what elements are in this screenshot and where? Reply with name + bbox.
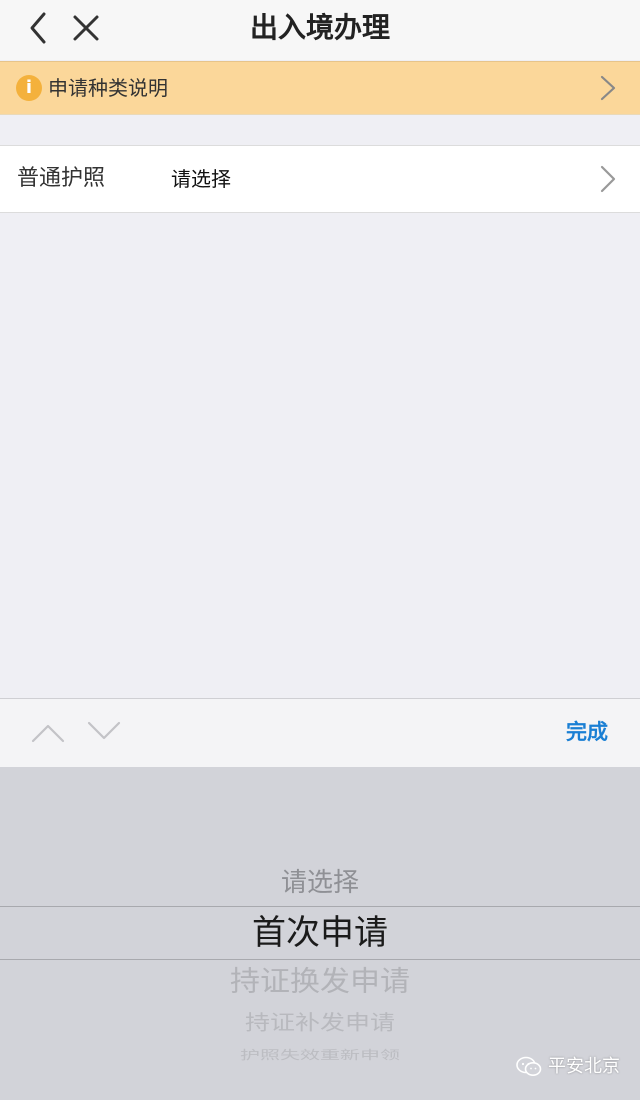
picker-selection-top-line	[0, 906, 640, 907]
info-icon: i	[16, 75, 42, 101]
chevron-right-icon	[600, 165, 616, 193]
row-value: 请选择	[171, 167, 231, 191]
page: 出入境办理 i 申请种类说明 普通护照 请选择 完成 请选择 首次申请 持证换发…	[0, 0, 640, 1100]
done-button[interactable]: 完成	[566, 717, 608, 747]
chevron-right-icon	[600, 75, 616, 101]
watermark-text: 平安北京	[548, 1056, 620, 1077]
passport-type-row[interactable]: 普通护照 请选择	[0, 145, 640, 213]
application-type-notice[interactable]: i 申请种类说明	[0, 61, 640, 115]
page-title: 出入境办理	[249, 11, 390, 44]
chevron-down-icon	[87, 721, 121, 740]
next-field-button[interactable]	[86, 719, 122, 745]
navbar: 出入境办理	[0, 0, 640, 60]
wechat-icon	[516, 1056, 542, 1076]
picker-option[interactable]: 持证补发申请	[0, 1010, 640, 1036]
picker-selection-bottom-line	[0, 959, 640, 960]
watermark: 平安北京	[516, 1052, 620, 1082]
picker-option[interactable]: 持证换发申请	[0, 965, 640, 1000]
previous-field-button[interactable]	[30, 719, 66, 745]
picker-toolbar: 完成	[0, 698, 640, 767]
picker-wheel[interactable]: 请选择 首次申请 持证换发申请 持证补发申请 护照失效重新申领 平安北京	[0, 767, 640, 1100]
row-label: 普通护照	[17, 166, 106, 191]
notice-text: 申请种类说明	[48, 76, 168, 100]
chevron-up-icon	[31, 724, 65, 743]
picker-option[interactable]: 请选择	[0, 865, 640, 901]
picker-option-selected[interactable]: 首次申请	[0, 910, 640, 956]
